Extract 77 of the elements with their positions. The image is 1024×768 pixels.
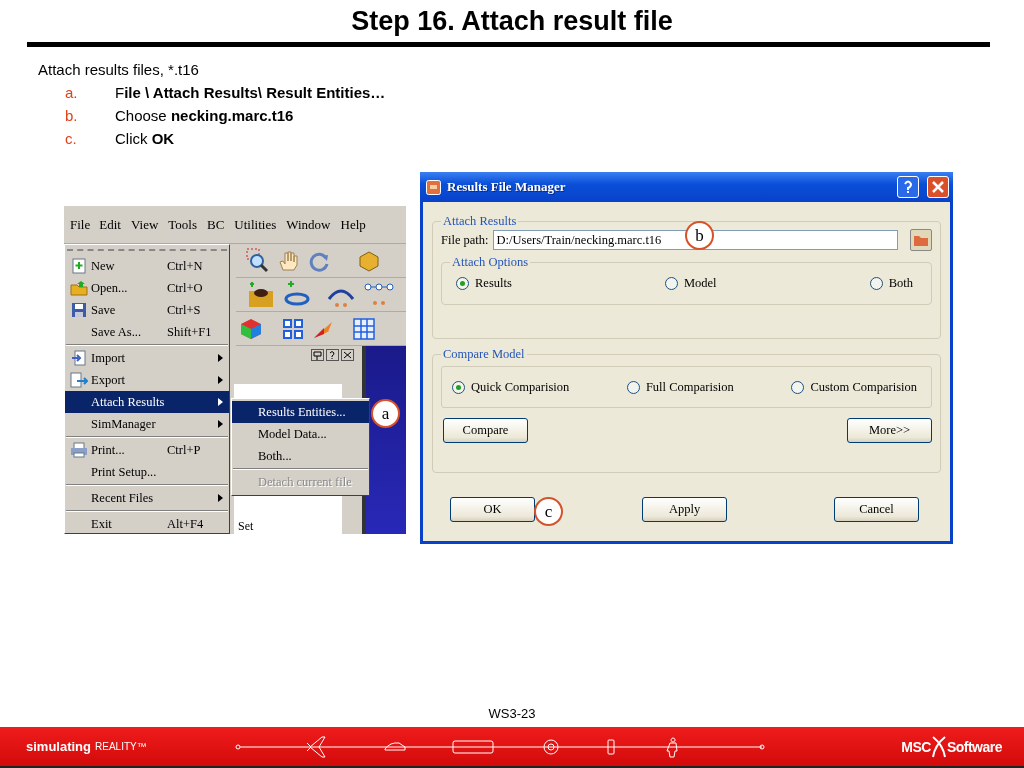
menubar-item[interactable]: Edit — [94, 212, 126, 237]
step-marker: c. — [65, 130, 78, 147]
menubar-item[interactable]: Utilities — [229, 212, 282, 237]
hand-icon[interactable] — [278, 249, 300, 272]
tagline: simulating — [26, 739, 91, 754]
page-number: WS3-23 — [487, 706, 537, 723]
menubar-item[interactable]: View — [125, 212, 164, 237]
group-legend: Attach Results — [441, 214, 519, 229]
tagline-suffix: REALITY™ — [95, 741, 147, 752]
printer-icon — [70, 442, 88, 458]
export-icon — [70, 372, 88, 388]
menu-item[interactable]: Open... Ctrl+O — [65, 277, 229, 299]
mesh-icon[interactable] — [352, 316, 376, 341]
browse-button[interactable] — [910, 229, 932, 251]
step-text: Click OK — [115, 130, 175, 147]
app-icon — [426, 179, 441, 195]
radio-option[interactable]: Both — [869, 276, 913, 291]
menu-item[interactable]: Recent Files — [65, 487, 229, 509]
dialog-title: Results File Manager — [447, 179, 566, 195]
radio-option[interactable]: Model — [664, 276, 717, 291]
zoom-icon[interactable] — [246, 247, 270, 274]
menu-item[interactable]: Print... Ctrl+P — [65, 439, 229, 461]
menubar-item[interactable]: Help — [335, 212, 371, 237]
dialog-button[interactable]: Apply — [642, 497, 727, 522]
submenu-item[interactable]: Model Data... — [232, 423, 369, 445]
menu-item[interactable]: New Ctrl+N — [65, 255, 229, 277]
menubar-item[interactable]: Window — [281, 212, 336, 237]
menubar-item[interactable]: Tools — [163, 212, 202, 237]
dialog-button[interactable]: OK — [450, 497, 535, 522]
radio-option[interactable]: Full Comparision — [626, 379, 734, 395]
dialog-button[interactable]: Compare — [443, 418, 528, 443]
menu-item[interactable]: Export — [65, 369, 229, 391]
menu-item[interactable]: Print Setup... — [65, 461, 229, 483]
menu-item[interactable]: Save Ctrl+S — [65, 299, 229, 321]
radio-option[interactable]: Results — [456, 276, 512, 291]
submenu-item[interactable]: Both... — [232, 445, 369, 467]
dialog-button[interactable]: Cancel — [834, 497, 919, 522]
logo-text: MSC — [901, 738, 931, 755]
close-icon[interactable] — [341, 349, 354, 361]
menubar-item[interactable]: BC — [202, 212, 230, 237]
color-cube-icon[interactable] — [240, 317, 262, 340]
step-text: File \ Attach Results\ Result Entities… — [115, 84, 386, 101]
folder-icon — [913, 233, 929, 247]
menu-item[interactable]: SimManager — [65, 413, 229, 435]
cube-icon[interactable] — [358, 249, 380, 272]
import-icon — [72, 350, 86, 366]
help-icon[interactable] — [326, 349, 339, 361]
help-icon — [903, 180, 913, 194]
pin-icon[interactable] — [311, 349, 324, 361]
menubar-item[interactable]: File — [66, 213, 95, 236]
menu-item[interactable]: Import — [65, 347, 229, 369]
field-label: File path: — [441, 232, 489, 248]
swoosh-icon — [930, 734, 947, 759]
callout-marker: c — [534, 497, 563, 526]
radio-option[interactable]: Quick Comparision — [452, 379, 570, 395]
submenu-item[interactable]: Results Entities... — [232, 401, 369, 423]
new-file-icon — [72, 258, 86, 274]
logo-text: Software — [946, 738, 1002, 755]
dialog-button[interactable]: More>> — [847, 418, 932, 443]
intro-text: Attach results files, *.t16 — [38, 61, 200, 78]
grid-icon[interactable] — [282, 317, 304, 340]
group-legend: Attach Options — [450, 255, 531, 270]
help-button[interactable] — [897, 176, 919, 198]
menu-item[interactable]: Exit Alt+F4 — [65, 513, 229, 534]
step-text: Choose necking.marc.t16 — [115, 107, 294, 124]
close-icon — [932, 181, 944, 193]
step-marker: b. — [65, 107, 79, 124]
solid-block-icon[interactable] — [246, 280, 276, 309]
panel-text: Set — [238, 519, 254, 534]
folder-icon — [70, 280, 88, 296]
slide-title: Step 16. Attach result file — [350, 5, 674, 38]
menu-item[interactable]: Save As... Shift+F1 — [65, 321, 229, 343]
step-marker: a. — [65, 84, 79, 101]
group-legend: Compare Model — [441, 347, 527, 362]
radio-option[interactable]: Custom Comparision — [791, 379, 917, 395]
menu-item[interactable]: Attach Results — [65, 391, 229, 413]
close-button[interactable] — [927, 176, 949, 198]
